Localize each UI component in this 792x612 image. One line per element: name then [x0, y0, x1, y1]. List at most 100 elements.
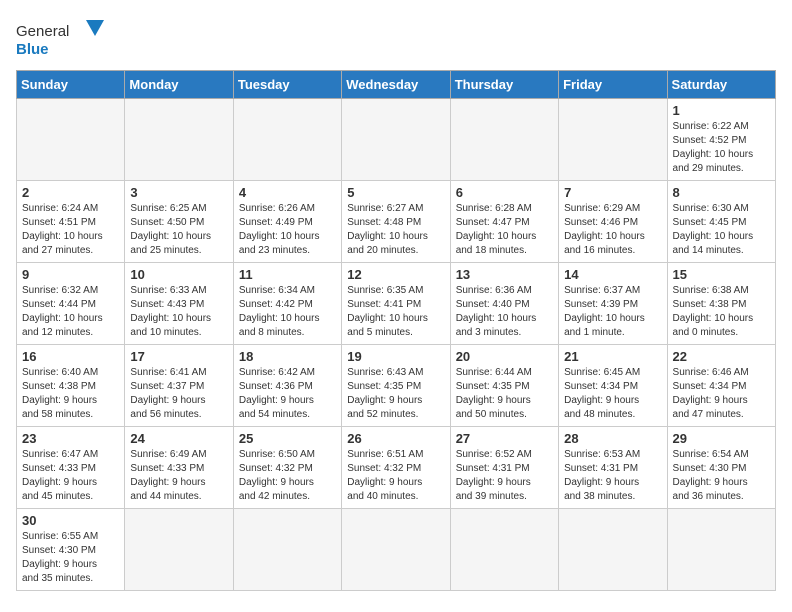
day-number: 22 [673, 349, 770, 364]
day-number: 4 [239, 185, 336, 200]
calendar-cell: 27 Sunrise: 6:52 AM Sunset: 4:31 PM Dayli… [450, 427, 558, 509]
calendar-cell [125, 509, 233, 591]
day-number: 28 [564, 431, 661, 446]
calendar-cell: 18Sunrise: 6:42 AM Sunset: 4:36 PM Dayli… [233, 345, 341, 427]
day-info: Sunrise: 6:22 AM Sunset: 4:52 PM Dayligh… [673, 120, 770, 176]
day-info: Sunrise: 6:47 AM Sunset: 4:33 PM Dayligh… [22, 448, 119, 504]
day-info: Sunrise: 6:29 AM Sunset: 4:46 PM Dayligh… [564, 202, 661, 258]
calendar-cell: 4Sunrise: 6:26 AM Sunset: 4:49 PM Daylig… [233, 181, 341, 263]
calendar-week-0: 1 Sunrise: 6:22 AM Sunset: 4:52 PM Daylig… [17, 99, 776, 181]
weekday-header-saturday: Saturday [667, 71, 775, 99]
day-info: Sunrise: 6:37 AM Sunset: 4:39 PM Dayligh… [564, 284, 661, 340]
day-number: 19 [347, 349, 444, 364]
day-number: 5 [347, 185, 444, 200]
calendar-cell: 14Sunrise: 6:37 AM Sunset: 4:39 PM Dayli… [559, 263, 667, 345]
logo: General Blue [16, 16, 106, 60]
day-info: Sunrise: 6:28 AM Sunset: 4:47 PM Dayligh… [456, 202, 553, 258]
day-info: Sunrise: 6:41 AM Sunset: 4:37 PM Dayligh… [130, 366, 227, 422]
calendar-cell: 24 Sunrise: 6:49 AM Sunset: 4:33 PM Dayli… [125, 427, 233, 509]
calendar-cell: 2 Sunrise: 6:24 AM Sunset: 4:51 PM Daylig… [17, 181, 125, 263]
page-header: General Blue [16, 16, 776, 60]
day-number: 27 [456, 431, 553, 446]
day-number: 1 [673, 103, 770, 118]
day-info: Sunrise: 6:50 AM Sunset: 4:32 PM Dayligh… [239, 448, 336, 504]
calendar-cell [17, 99, 125, 181]
day-number: 11 [239, 267, 336, 282]
day-number: 9 [22, 267, 119, 282]
calendar-week-4: 23 Sunrise: 6:47 AM Sunset: 4:33 PM Dayli… [17, 427, 776, 509]
weekday-header-friday: Friday [559, 71, 667, 99]
day-number: 20 [456, 349, 553, 364]
calendar-cell: 29Sunrise: 6:54 AM Sunset: 4:30 PM Dayli… [667, 427, 775, 509]
weekday-header-monday: Monday [125, 71, 233, 99]
day-info: Sunrise: 6:55 AM Sunset: 4:30 PM Dayligh… [22, 530, 119, 586]
calendar-cell: 7Sunrise: 6:29 AM Sunset: 4:46 PM Daylig… [559, 181, 667, 263]
calendar-cell [342, 99, 450, 181]
calendar-week-3: 16 Sunrise: 6:40 AM Sunset: 4:38 PM Dayli… [17, 345, 776, 427]
calendar-cell [233, 99, 341, 181]
calendar-cell: 28 Sunrise: 6:53 AM Sunset: 4:31 PM Dayli… [559, 427, 667, 509]
calendar-cell: 19 Sunrise: 6:43 AM Sunset: 4:35 PM Dayli… [342, 345, 450, 427]
svg-text:General: General [16, 23, 69, 40]
day-info: Sunrise: 6:49 AM Sunset: 4:33 PM Dayligh… [130, 448, 227, 504]
day-info: Sunrise: 6:45 AM Sunset: 4:34 PM Dayligh… [564, 366, 661, 422]
calendar-cell: 25 Sunrise: 6:50 AM Sunset: 4:32 PM Dayli… [233, 427, 341, 509]
calendar-cell: 12 Sunrise: 6:35 AM Sunset: 4:41 PM Dayli… [342, 263, 450, 345]
day-number: 30 [22, 513, 119, 528]
day-info: Sunrise: 6:38 AM Sunset: 4:38 PM Dayligh… [673, 284, 770, 340]
day-number: 8 [673, 185, 770, 200]
day-number: 24 [130, 431, 227, 446]
day-number: 13 [456, 267, 553, 282]
calendar-cell: 8Sunrise: 6:30 AM Sunset: 4:45 PM Daylig… [667, 181, 775, 263]
day-number: 10 [130, 267, 227, 282]
day-info: Sunrise: 6:53 AM Sunset: 4:31 PM Dayligh… [564, 448, 661, 504]
calendar-cell: 16 Sunrise: 6:40 AM Sunset: 4:38 PM Dayli… [17, 345, 125, 427]
day-info: Sunrise: 6:44 AM Sunset: 4:35 PM Dayligh… [456, 366, 553, 422]
calendar-cell: 13 Sunrise: 6:36 AM Sunset: 4:40 PM Dayli… [450, 263, 558, 345]
day-number: 12 [347, 267, 444, 282]
calendar-cell [450, 509, 558, 591]
calendar-week-2: 9Sunrise: 6:32 AM Sunset: 4:44 PM Daylig… [17, 263, 776, 345]
day-info: Sunrise: 6:43 AM Sunset: 4:35 PM Dayligh… [347, 366, 444, 422]
calendar-cell [125, 99, 233, 181]
weekday-header-thursday: Thursday [450, 71, 558, 99]
calendar-cell: 15Sunrise: 6:38 AM Sunset: 4:38 PM Dayli… [667, 263, 775, 345]
day-number: 17 [130, 349, 227, 364]
calendar-cell: 5Sunrise: 6:27 AM Sunset: 4:48 PM Daylig… [342, 181, 450, 263]
day-info: Sunrise: 6:35 AM Sunset: 4:41 PM Dayligh… [347, 284, 444, 340]
day-number: 3 [130, 185, 227, 200]
calendar-cell: 17 Sunrise: 6:41 AM Sunset: 4:37 PM Dayli… [125, 345, 233, 427]
day-number: 6 [456, 185, 553, 200]
day-number: 23 [22, 431, 119, 446]
day-info: Sunrise: 6:52 AM Sunset: 4:31 PM Dayligh… [456, 448, 553, 504]
day-info: Sunrise: 6:36 AM Sunset: 4:40 PM Dayligh… [456, 284, 553, 340]
calendar-week-1: 2 Sunrise: 6:24 AM Sunset: 4:51 PM Daylig… [17, 181, 776, 263]
day-info: Sunrise: 6:33 AM Sunset: 4:43 PM Dayligh… [130, 284, 227, 340]
calendar-cell: 21 Sunrise: 6:45 AM Sunset: 4:34 PM Dayli… [559, 345, 667, 427]
day-number: 16 [22, 349, 119, 364]
day-number: 2 [22, 185, 119, 200]
day-info: Sunrise: 6:51 AM Sunset: 4:32 PM Dayligh… [347, 448, 444, 504]
day-info: Sunrise: 6:24 AM Sunset: 4:51 PM Dayligh… [22, 202, 119, 258]
day-info: Sunrise: 6:46 AM Sunset: 4:34 PM Dayligh… [673, 366, 770, 422]
calendar-cell: 10 Sunrise: 6:33 AM Sunset: 4:43 PM Dayli… [125, 263, 233, 345]
calendar-cell: 20 Sunrise: 6:44 AM Sunset: 4:35 PM Dayli… [450, 345, 558, 427]
day-number: 26 [347, 431, 444, 446]
weekday-header-wednesday: Wednesday [342, 71, 450, 99]
day-info: Sunrise: 6:34 AM Sunset: 4:42 PM Dayligh… [239, 284, 336, 340]
calendar-cell [233, 509, 341, 591]
calendar-table: SundayMondayTuesdayWednesdayThursdayFrid… [16, 70, 776, 591]
day-number: 25 [239, 431, 336, 446]
calendar-cell: 26 Sunrise: 6:51 AM Sunset: 4:32 PM Dayli… [342, 427, 450, 509]
calendar-cell: 9Sunrise: 6:32 AM Sunset: 4:44 PM Daylig… [17, 263, 125, 345]
day-info: Sunrise: 6:42 AM Sunset: 4:36 PM Dayligh… [239, 366, 336, 422]
day-number: 21 [564, 349, 661, 364]
calendar-cell: 11 Sunrise: 6:34 AM Sunset: 4:42 PM Dayli… [233, 263, 341, 345]
weekday-header-tuesday: Tuesday [233, 71, 341, 99]
calendar-cell [450, 99, 558, 181]
svg-text:Blue: Blue [16, 41, 49, 58]
calendar-cell: 3Sunrise: 6:25 AM Sunset: 4:50 PM Daylig… [125, 181, 233, 263]
day-info: Sunrise: 6:40 AM Sunset: 4:38 PM Dayligh… [22, 366, 119, 422]
calendar-cell: 22 Sunrise: 6:46 AM Sunset: 4:34 PM Dayli… [667, 345, 775, 427]
calendar-cell: 23 Sunrise: 6:47 AM Sunset: 4:33 PM Dayli… [17, 427, 125, 509]
